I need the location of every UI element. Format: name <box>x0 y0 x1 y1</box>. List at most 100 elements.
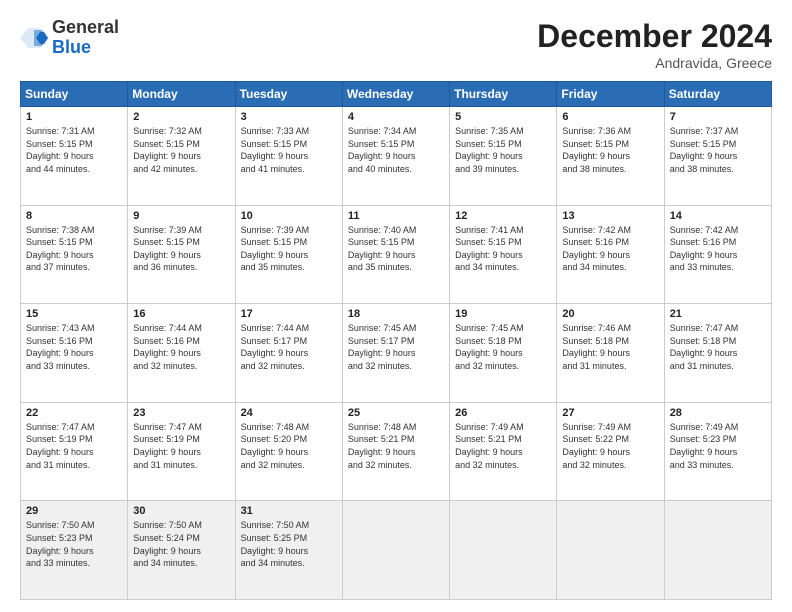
weekday-header: Monday <box>128 82 235 107</box>
day-number: 6 <box>562 111 658 123</box>
day-info: Sunrise: 7:49 AMSunset: 5:22 PMDaylight:… <box>562 421 658 471</box>
day-number: 24 <box>241 407 337 419</box>
day-info: Sunrise: 7:47 AMSunset: 5:19 PMDaylight:… <box>26 421 122 471</box>
day-info: Sunrise: 7:38 AMSunset: 5:15 PMDaylight:… <box>26 224 122 274</box>
calendar-cell: 11 Sunrise: 7:40 AMSunset: 5:15 PMDayligh… <box>342 205 449 304</box>
day-info: Sunrise: 7:50 AMSunset: 5:24 PMDaylight:… <box>133 519 229 569</box>
calendar-cell: 29 Sunrise: 7:50 AMSunset: 5:23 PMDayligh… <box>21 501 128 600</box>
calendar-cell: 18 Sunrise: 7:45 AMSunset: 5:17 PMDayligh… <box>342 304 449 403</box>
day-number: 13 <box>562 210 658 222</box>
weekday-header: Tuesday <box>235 82 342 107</box>
day-number: 9 <box>133 210 229 222</box>
calendar-cell: 12Sunrise: 7:41 AMSunset: 5:15 PMDayligh… <box>450 205 557 304</box>
day-number: 26 <box>455 407 551 419</box>
day-number: 27 <box>562 407 658 419</box>
day-number: 10 <box>241 210 337 222</box>
day-info: Sunrise: 7:50 AMSunset: 5:25 PMDaylight:… <box>241 519 337 569</box>
header: General Blue December 2024 Andravida, Gr… <box>20 18 772 71</box>
day-info: Sunrise: 7:48 AMSunset: 5:20 PMDaylight:… <box>241 421 337 471</box>
calendar-cell: 1Sunrise: 7:31 AMSunset: 5:15 PMDaylight… <box>21 107 128 206</box>
day-number: 23 <box>133 407 229 419</box>
calendar-cell: 5 Sunrise: 7:35 AMSunset: 5:15 PMDaylight… <box>450 107 557 206</box>
weekday-header: Friday <box>557 82 664 107</box>
day-info: Sunrise: 7:44 AMSunset: 5:16 PMDaylight:… <box>133 322 229 372</box>
calendar-cell: 30 Sunrise: 7:50 AMSunset: 5:24 PMDayligh… <box>128 501 235 600</box>
day-number: 15 <box>26 308 122 320</box>
calendar-cell: 28 Sunrise: 7:49 AMSunset: 5:23 PMDayligh… <box>664 402 771 501</box>
calendar-cell: 22 Sunrise: 7:47 AMSunset: 5:19 PMDayligh… <box>21 402 128 501</box>
calendar-cell: 10 Sunrise: 7:39 AMSunset: 5:15 PMDayligh… <box>235 205 342 304</box>
day-number: 30 <box>133 505 229 517</box>
logo-text: General Blue <box>52 18 119 58</box>
day-info: Sunrise: 7:49 AMSunset: 5:23 PMDaylight:… <box>670 421 766 471</box>
day-number: 5 <box>455 111 551 123</box>
day-info: Sunrise: 7:39 AMSunset: 5:15 PMDaylight:… <box>133 224 229 274</box>
weekday-header: Thursday <box>450 82 557 107</box>
day-number: 21 <box>670 308 766 320</box>
calendar-cell <box>557 501 664 600</box>
title-block: December 2024 Andravida, Greece <box>537 18 772 71</box>
calendar-cell <box>342 501 449 600</box>
calendar-cell: 3Sunrise: 7:33 AMSunset: 5:15 PMDaylight… <box>235 107 342 206</box>
calendar-cell: 16Sunrise: 7:44 AMSunset: 5:16 PMDayligh… <box>128 304 235 403</box>
day-info: Sunrise: 7:48 AMSunset: 5:21 PMDaylight:… <box>348 421 444 471</box>
calendar-cell: 25 Sunrise: 7:48 AMSunset: 5:21 PMDayligh… <box>342 402 449 501</box>
day-number: 19 <box>455 308 551 320</box>
calendar-table: SundayMondayTuesdayWednesdayThursdayFrid… <box>20 81 772 600</box>
day-info: Sunrise: 7:44 AMSunset: 5:17 PMDaylight:… <box>241 322 337 372</box>
day-info: Sunrise: 7:49 AMSunset: 5:21 PMDaylight:… <box>455 421 551 471</box>
day-number: 29 <box>26 505 122 517</box>
calendar-cell: 9 Sunrise: 7:39 AMSunset: 5:15 PMDaylight… <box>128 205 235 304</box>
calendar-cell: 17 Sunrise: 7:44 AMSunset: 5:17 PMDayligh… <box>235 304 342 403</box>
logo-icon <box>20 24 48 52</box>
weekday-header: Saturday <box>664 82 771 107</box>
page: General Blue December 2024 Andravida, Gr… <box>0 0 792 612</box>
day-number: 25 <box>348 407 444 419</box>
day-info: Sunrise: 7:42 AMSunset: 5:16 PMDaylight:… <box>670 224 766 274</box>
day-number: 17 <box>241 308 337 320</box>
calendar-cell: 31 Sunrise: 7:50 AMSunset: 5:25 PMDayligh… <box>235 501 342 600</box>
calendar-cell: 14 Sunrise: 7:42 AMSunset: 5:16 PMDayligh… <box>664 205 771 304</box>
day-info: Sunrise: 7:39 AMSunset: 5:15 PMDaylight:… <box>241 224 337 274</box>
day-number: 8 <box>26 210 122 222</box>
day-number: 28 <box>670 407 766 419</box>
day-number: 12 <box>455 210 551 222</box>
day-info: Sunrise: 7:46 AMSunset: 5:18 PMDaylight:… <box>562 322 658 372</box>
calendar-cell: 2 Sunrise: 7:32 AMSunset: 5:15 PMDaylight… <box>128 107 235 206</box>
day-info: Sunrise: 7:47 AMSunset: 5:18 PMDaylight:… <box>670 322 766 372</box>
day-info: Sunrise: 7:36 AMSunset: 5:15 PMDaylight:… <box>562 125 658 175</box>
calendar-cell: 27 Sunrise: 7:49 AMSunset: 5:22 PMDayligh… <box>557 402 664 501</box>
day-info: Sunrise: 7:35 AMSunset: 5:15 PMDaylight:… <box>455 125 551 175</box>
day-number: 18 <box>348 308 444 320</box>
day-number: 31 <box>241 505 337 517</box>
day-info: Sunrise: 7:32 AMSunset: 5:15 PMDaylight:… <box>133 125 229 175</box>
calendar-cell: 15 Sunrise: 7:43 AMSunset: 5:16 PMDayligh… <box>21 304 128 403</box>
calendar-cell: 4Sunrise: 7:34 AMSunset: 5:15 PMDaylight… <box>342 107 449 206</box>
logo-general: General <box>52 18 119 38</box>
day-number: 22 <box>26 407 122 419</box>
month-year: December 2024 <box>537 18 772 55</box>
day-info: Sunrise: 7:45 AMSunset: 5:18 PMDaylight:… <box>455 322 551 372</box>
calendar-cell <box>664 501 771 600</box>
day-info: Sunrise: 7:40 AMSunset: 5:15 PMDaylight:… <box>348 224 444 274</box>
calendar-cell: 23 Sunrise: 7:47 AMSunset: 5:19 PMDayligh… <box>128 402 235 501</box>
day-info: Sunrise: 7:45 AMSunset: 5:17 PMDaylight:… <box>348 322 444 372</box>
calendar-cell: 7Sunrise: 7:37 AMSunset: 5:15 PMDaylight… <box>664 107 771 206</box>
calendar-cell: 13 Sunrise: 7:42 AMSunset: 5:16 PMDayligh… <box>557 205 664 304</box>
calendar-cell: 8 Sunrise: 7:38 AMSunset: 5:15 PMDaylight… <box>21 205 128 304</box>
day-info: Sunrise: 7:47 AMSunset: 5:19 PMDaylight:… <box>133 421 229 471</box>
calendar-cell: 20Sunrise: 7:46 AMSunset: 5:18 PMDayligh… <box>557 304 664 403</box>
calendar-cell <box>450 501 557 600</box>
logo-blue: Blue <box>52 38 119 58</box>
logo: General Blue <box>20 18 119 58</box>
day-number: 14 <box>670 210 766 222</box>
calendar-cell: 24 Sunrise: 7:48 AMSunset: 5:20 PMDayligh… <box>235 402 342 501</box>
day-info: Sunrise: 7:50 AMSunset: 5:23 PMDaylight:… <box>26 519 122 569</box>
day-number: 11 <box>348 210 444 222</box>
day-number: 7 <box>670 111 766 123</box>
day-number: 2 <box>133 111 229 123</box>
day-info: Sunrise: 7:42 AMSunset: 5:16 PMDaylight:… <box>562 224 658 274</box>
day-number: 3 <box>241 111 337 123</box>
day-info: Sunrise: 7:43 AMSunset: 5:16 PMDaylight:… <box>26 322 122 372</box>
calendar-cell: 21 Sunrise: 7:47 AMSunset: 5:18 PMDayligh… <box>664 304 771 403</box>
